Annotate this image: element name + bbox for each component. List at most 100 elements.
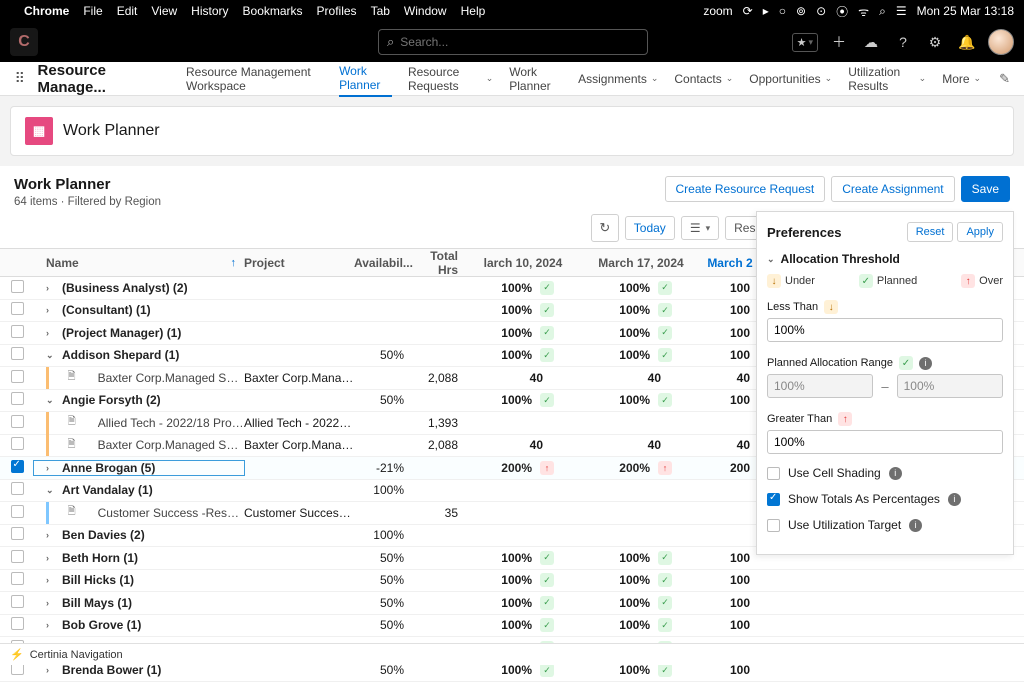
expand-icon[interactable]: › [46,305,56,315]
nav-tab-7[interactable]: Utilization Results⌄ [848,61,926,97]
row-checkbox[interactable] [11,460,24,473]
search-input[interactable] [400,35,639,49]
lightning-icon: ⚡ [10,648,24,661]
expand-icon[interactable]: ⌄ [46,395,56,406]
nav-tab-5[interactable]: Contacts⌄ [674,61,733,97]
app-toolbar: C ⌕ ★ ▾ ＋ ☁ ? ⚙ 🔔 [0,22,1024,62]
global-search[interactable]: ⌕ [378,29,648,55]
row-checkbox[interactable] [11,550,24,563]
expand-icon[interactable]: › [46,328,56,338]
create-request-button[interactable]: Create Resource Request [665,176,826,202]
add-icon[interactable]: ＋ [828,31,850,53]
doc-icon: 🗎 [68,437,76,454]
nav-tab-3[interactable]: Work Planner [509,61,562,97]
user-avatar[interactable] [988,29,1014,55]
nav-tab-8[interactable]: More⌄ [942,61,981,97]
footer: ⚡ Certinia Navigation [0,643,1024,665]
section-allocation-threshold[interactable]: ⌄ Allocation Threshold [767,252,1003,266]
col-date-1[interactable]: larch 10, 2024 [464,256,582,270]
row-checkbox[interactable] [11,595,24,608]
cloud-icon[interactable]: ☁ [860,31,882,53]
nav-tab-2[interactable]: Resource Requests⌄ [408,61,493,97]
col-total-hrs[interactable]: Total Hrs [410,249,464,277]
row-checkbox[interactable] [11,482,24,495]
row-checkbox[interactable] [11,415,24,428]
cell-shading-checkbox[interactable] [767,467,780,480]
expand-icon[interactable]: › [46,665,56,675]
app-launcher-icon[interactable]: ⠿ [8,70,32,87]
mac-menu-help[interactable]: Help [461,4,486,18]
bell-icon[interactable]: 🔔 [956,31,978,53]
row-checkbox[interactable] [11,370,24,383]
edit-nav-icon[interactable]: ✎ [993,71,1016,87]
page-icon: ▦ [25,117,53,145]
app-logo: C [10,28,38,56]
col-name[interactable]: Name [46,256,79,270]
check-icon: ✓ [540,281,554,295]
show-totals-checkbox[interactable] [767,493,780,506]
resource-row[interactable]: ›Bob Grove (1)50%100%✓100%✓100 [0,615,1024,638]
mac-menu-view[interactable]: View [151,4,177,18]
row-checkbox[interactable] [11,505,24,518]
favorites-button[interactable]: ★ ▾ [792,33,818,52]
create-assignment-button[interactable]: Create Assignment [831,176,954,202]
mac-menu-window[interactable]: Window [404,4,447,18]
expand-icon[interactable]: › [46,620,56,630]
row-checkbox[interactable] [11,527,24,540]
util-target-checkbox[interactable] [767,519,780,532]
row-checkbox[interactable] [11,392,24,405]
gear-icon[interactable]: ⚙ [924,31,946,53]
nav-tab-0[interactable]: Resource Management Workspace [186,61,323,97]
row-checkbox[interactable] [11,325,24,338]
info-icon[interactable]: i [909,519,922,532]
col-availability[interactable]: Availabil... [354,256,410,270]
resource-row[interactable]: ›Bill Mays (1)50%100%✓100%✓100 [0,592,1024,615]
row-checkbox[interactable] [11,617,24,630]
mac-menu-file[interactable]: File [83,4,102,18]
greater-than-input[interactable] [767,430,1003,454]
control-center-icon[interactable]: ☰ [896,4,907,18]
refresh-button[interactable]: ↻ [591,214,619,242]
help-icon[interactable]: ? [892,31,914,53]
expand-icon[interactable]: ⌄ [46,485,56,496]
info-icon[interactable]: i [919,357,932,370]
expand-icon[interactable]: ⌄ [46,350,56,361]
nav-tab-1[interactable]: Work Planner [339,61,392,97]
info-icon[interactable]: i [948,493,961,506]
expand-icon[interactable]: › [46,575,56,585]
expand-icon[interactable]: › [46,283,56,293]
mac-menu-profiles[interactable]: Profiles [317,4,357,18]
mac-menu-edit[interactable]: Edit [117,4,138,18]
info-icon[interactable]: i [889,467,902,480]
mac-menu-bookmarks[interactable]: Bookmarks [243,4,303,18]
expand-icon[interactable]: › [46,530,56,540]
footer-nav-label[interactable]: Certinia Navigation [30,649,123,661]
pref-apply-button[interactable]: Apply [957,222,1003,242]
col-date-3[interactable]: March 2 [700,256,760,270]
search-icon: ⌕ [387,34,394,50]
save-button[interactable]: Save [961,176,1010,202]
nav-row: ⠿ Resource Manage... Resource Management… [0,62,1024,96]
today-button[interactable]: Today [625,216,675,240]
mac-menu-history[interactable]: History [191,4,228,18]
col-project[interactable]: Project [244,256,354,270]
expand-icon[interactable]: › [46,463,56,473]
view-toggle[interactable]: ☰ ▾ [681,216,719,240]
nav-tab-4[interactable]: Assignments⌄ [578,61,658,97]
pref-reset-button[interactable]: Reset [907,222,954,242]
expand-icon[interactable]: › [46,553,56,563]
col-date-2[interactable]: March 17, 2024 [582,256,700,270]
resource-row[interactable]: ›Bill Hicks (1)50%100%✓100%✓100 [0,570,1024,593]
mac-menu-tab[interactable]: Tab [371,4,390,18]
row-checkbox[interactable] [11,280,24,293]
mac-app[interactable]: Chrome [24,4,69,18]
expand-icon[interactable]: › [46,598,56,608]
row-checkbox[interactable] [11,572,24,585]
nav-tab-6[interactable]: Opportunities⌄ [749,61,832,97]
less-than-input[interactable] [767,318,1003,342]
spotlight-icon[interactable]: ⌕ [879,4,886,19]
row-checkbox[interactable] [11,437,24,450]
row-checkbox[interactable] [11,302,24,315]
check-icon: ✓ [540,326,554,340]
row-checkbox[interactable] [11,347,24,360]
